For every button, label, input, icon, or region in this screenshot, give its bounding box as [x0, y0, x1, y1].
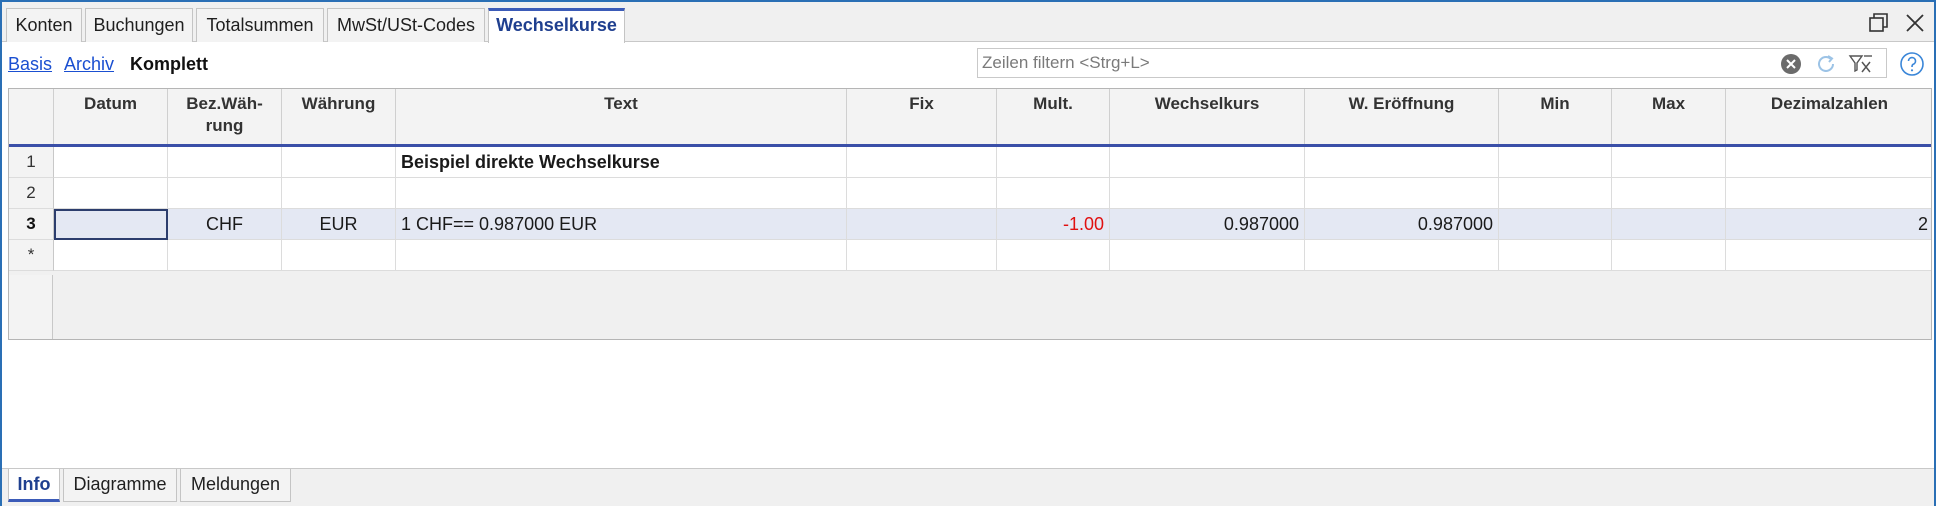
cell-min[interactable] [1499, 147, 1612, 178]
restore-window-icon[interactable] [1866, 10, 1892, 36]
table-row[interactable]: 3 CHF EUR 1 CHF== 0.987000 EUR -1.00 0.9… [9, 209, 1931, 240]
cell-datum[interactable] [54, 209, 168, 240]
row-number[interactable]: 2 [9, 178, 54, 209]
cell-fix[interactable] [847, 178, 997, 209]
col-header-dezimalzahlen[interactable]: Dezimalzahlen [1726, 89, 1931, 144]
tab-info[interactable]: Info [8, 469, 60, 502]
row-number-header [9, 89, 54, 144]
cell-wechselkurs[interactable] [1110, 240, 1305, 271]
cell-dezimalzahlen[interactable] [1726, 178, 1931, 209]
cell-max[interactable] [1612, 240, 1726, 271]
cell-min[interactable] [1499, 178, 1612, 209]
help-icon[interactable] [1899, 51, 1925, 77]
cell-text[interactable] [396, 178, 847, 209]
cell-text[interactable]: 1 CHF== 0.987000 EUR [396, 209, 847, 240]
cell-dezimalzahlen[interactable] [1726, 240, 1931, 271]
cell-max[interactable] [1612, 147, 1726, 178]
tab-diagramme[interactable]: Diagramme [63, 469, 177, 502]
cell-waehrung[interactable] [282, 240, 396, 271]
table-header: Datum Bez.Wäh-rung Währung Text Fix Mult… [9, 89, 1931, 147]
cell-fix[interactable] [847, 209, 997, 240]
col-header-w-eroeffnung[interactable]: W. Eröffnung [1305, 89, 1499, 144]
cell-mult[interactable] [997, 240, 1110, 271]
view-archiv[interactable]: Archiv [64, 54, 114, 75]
row-number[interactable]: * [9, 240, 54, 271]
cell-max[interactable] [1612, 178, 1726, 209]
cell-waehrung[interactable]: EUR [282, 209, 396, 240]
row-number[interactable]: 1 [9, 147, 54, 178]
view-basis[interactable]: Basis [8, 54, 52, 75]
cell-bez-waehrung[interactable] [168, 178, 282, 209]
cell-text[interactable] [396, 240, 847, 271]
cell-max[interactable] [1612, 209, 1726, 240]
cell-mult[interactable]: -1.00 [997, 209, 1110, 240]
view-selector-row: Basis Archiv Komplett [2, 43, 1934, 86]
refresh-icon[interactable] [1814, 52, 1838, 76]
table-row-new[interactable]: * [9, 240, 1931, 271]
col-header-bez-waehrung-line2: rung [205, 116, 244, 135]
cell-wechselkurs[interactable] [1110, 178, 1305, 209]
cell-fix[interactable] [847, 240, 997, 271]
tab-konten[interactable]: Konten [6, 8, 82, 42]
col-header-mult[interactable]: Mult. [997, 89, 1110, 144]
clear-filter-icon[interactable] [1779, 52, 1803, 76]
cell-dezimalzahlen[interactable] [1726, 147, 1931, 178]
cell-datum[interactable] [54, 147, 168, 178]
filter-input[interactable] [982, 49, 1752, 77]
cell-wechselkurs[interactable] [1110, 147, 1305, 178]
cell-w-eroeffnung[interactable]: 0.987000 [1305, 209, 1499, 240]
cell-mult[interactable] [997, 147, 1110, 178]
tab-meldungen[interactable]: Meldungen [180, 469, 291, 502]
col-header-text[interactable]: Text [396, 89, 847, 144]
close-icon[interactable] [1902, 10, 1928, 36]
info-tabbar: Info Diagramme Meldungen [2, 468, 1934, 506]
cell-bez-waehrung[interactable] [168, 240, 282, 271]
col-header-waehrung[interactable]: Währung [282, 89, 396, 144]
cell-wechselkurs[interactable]: 0.987000 [1110, 209, 1305, 240]
col-header-max[interactable]: Max [1612, 89, 1726, 144]
table-row[interactable]: 2 [9, 178, 1931, 209]
cell-w-eroeffnung[interactable] [1305, 147, 1499, 178]
cell-datum[interactable] [54, 178, 168, 209]
exchange-rates-table: Datum Bez.Wäh-rung Währung Text Fix Mult… [8, 88, 1932, 340]
row-number[interactable]: 3 [9, 209, 54, 240]
tab-mwst-ust-codes[interactable]: MwSt/USt-Codes [327, 8, 485, 42]
cell-waehrung[interactable] [282, 147, 396, 178]
col-header-min[interactable]: Min [1499, 89, 1612, 144]
cell-fix[interactable] [847, 147, 997, 178]
col-header-bez-waehrung[interactable]: Bez.Wäh-rung [168, 89, 282, 144]
table-row[interactable]: 1 Beispiel direkte Wechselkurse [9, 147, 1931, 178]
tab-totalsummen[interactable]: Totalsummen [196, 8, 324, 42]
row-header-filler [9, 275, 53, 339]
cell-datum[interactable] [54, 240, 168, 271]
tab-wechselkurse[interactable]: Wechselkurse [488, 8, 625, 43]
cell-bez-waehrung[interactable] [168, 147, 282, 178]
cell-bez-waehrung[interactable]: CHF [168, 209, 282, 240]
cell-text[interactable]: Beispiel direkte Wechselkurse [396, 147, 847, 178]
col-header-datum[interactable]: Datum [54, 89, 168, 144]
filter-box [977, 48, 1887, 78]
filter-options-icon[interactable] [1848, 52, 1872, 76]
cell-min[interactable] [1499, 209, 1612, 240]
cell-mult[interactable] [997, 178, 1110, 209]
cell-w-eroeffnung[interactable] [1305, 240, 1499, 271]
col-header-wechselkurs[interactable]: Wechselkurs [1110, 89, 1305, 144]
cell-dezimalzahlen[interactable]: 2 [1726, 209, 1931, 240]
col-header-bez-waehrung-line1: Bez.Wäh- [186, 94, 263, 113]
view-komplett[interactable]: Komplett [130, 54, 208, 75]
cell-waehrung[interactable] [282, 178, 396, 209]
app-window: Konten Buchungen Totalsummen MwSt/USt-Co… [0, 0, 1936, 506]
cell-w-eroeffnung[interactable] [1305, 178, 1499, 209]
table-tabbar: Konten Buchungen Totalsummen MwSt/USt-Co… [2, 2, 1934, 43]
tab-buchungen[interactable]: Buchungen [85, 8, 193, 42]
cell-min[interactable] [1499, 240, 1612, 271]
col-header-fix[interactable]: Fix [847, 89, 997, 144]
